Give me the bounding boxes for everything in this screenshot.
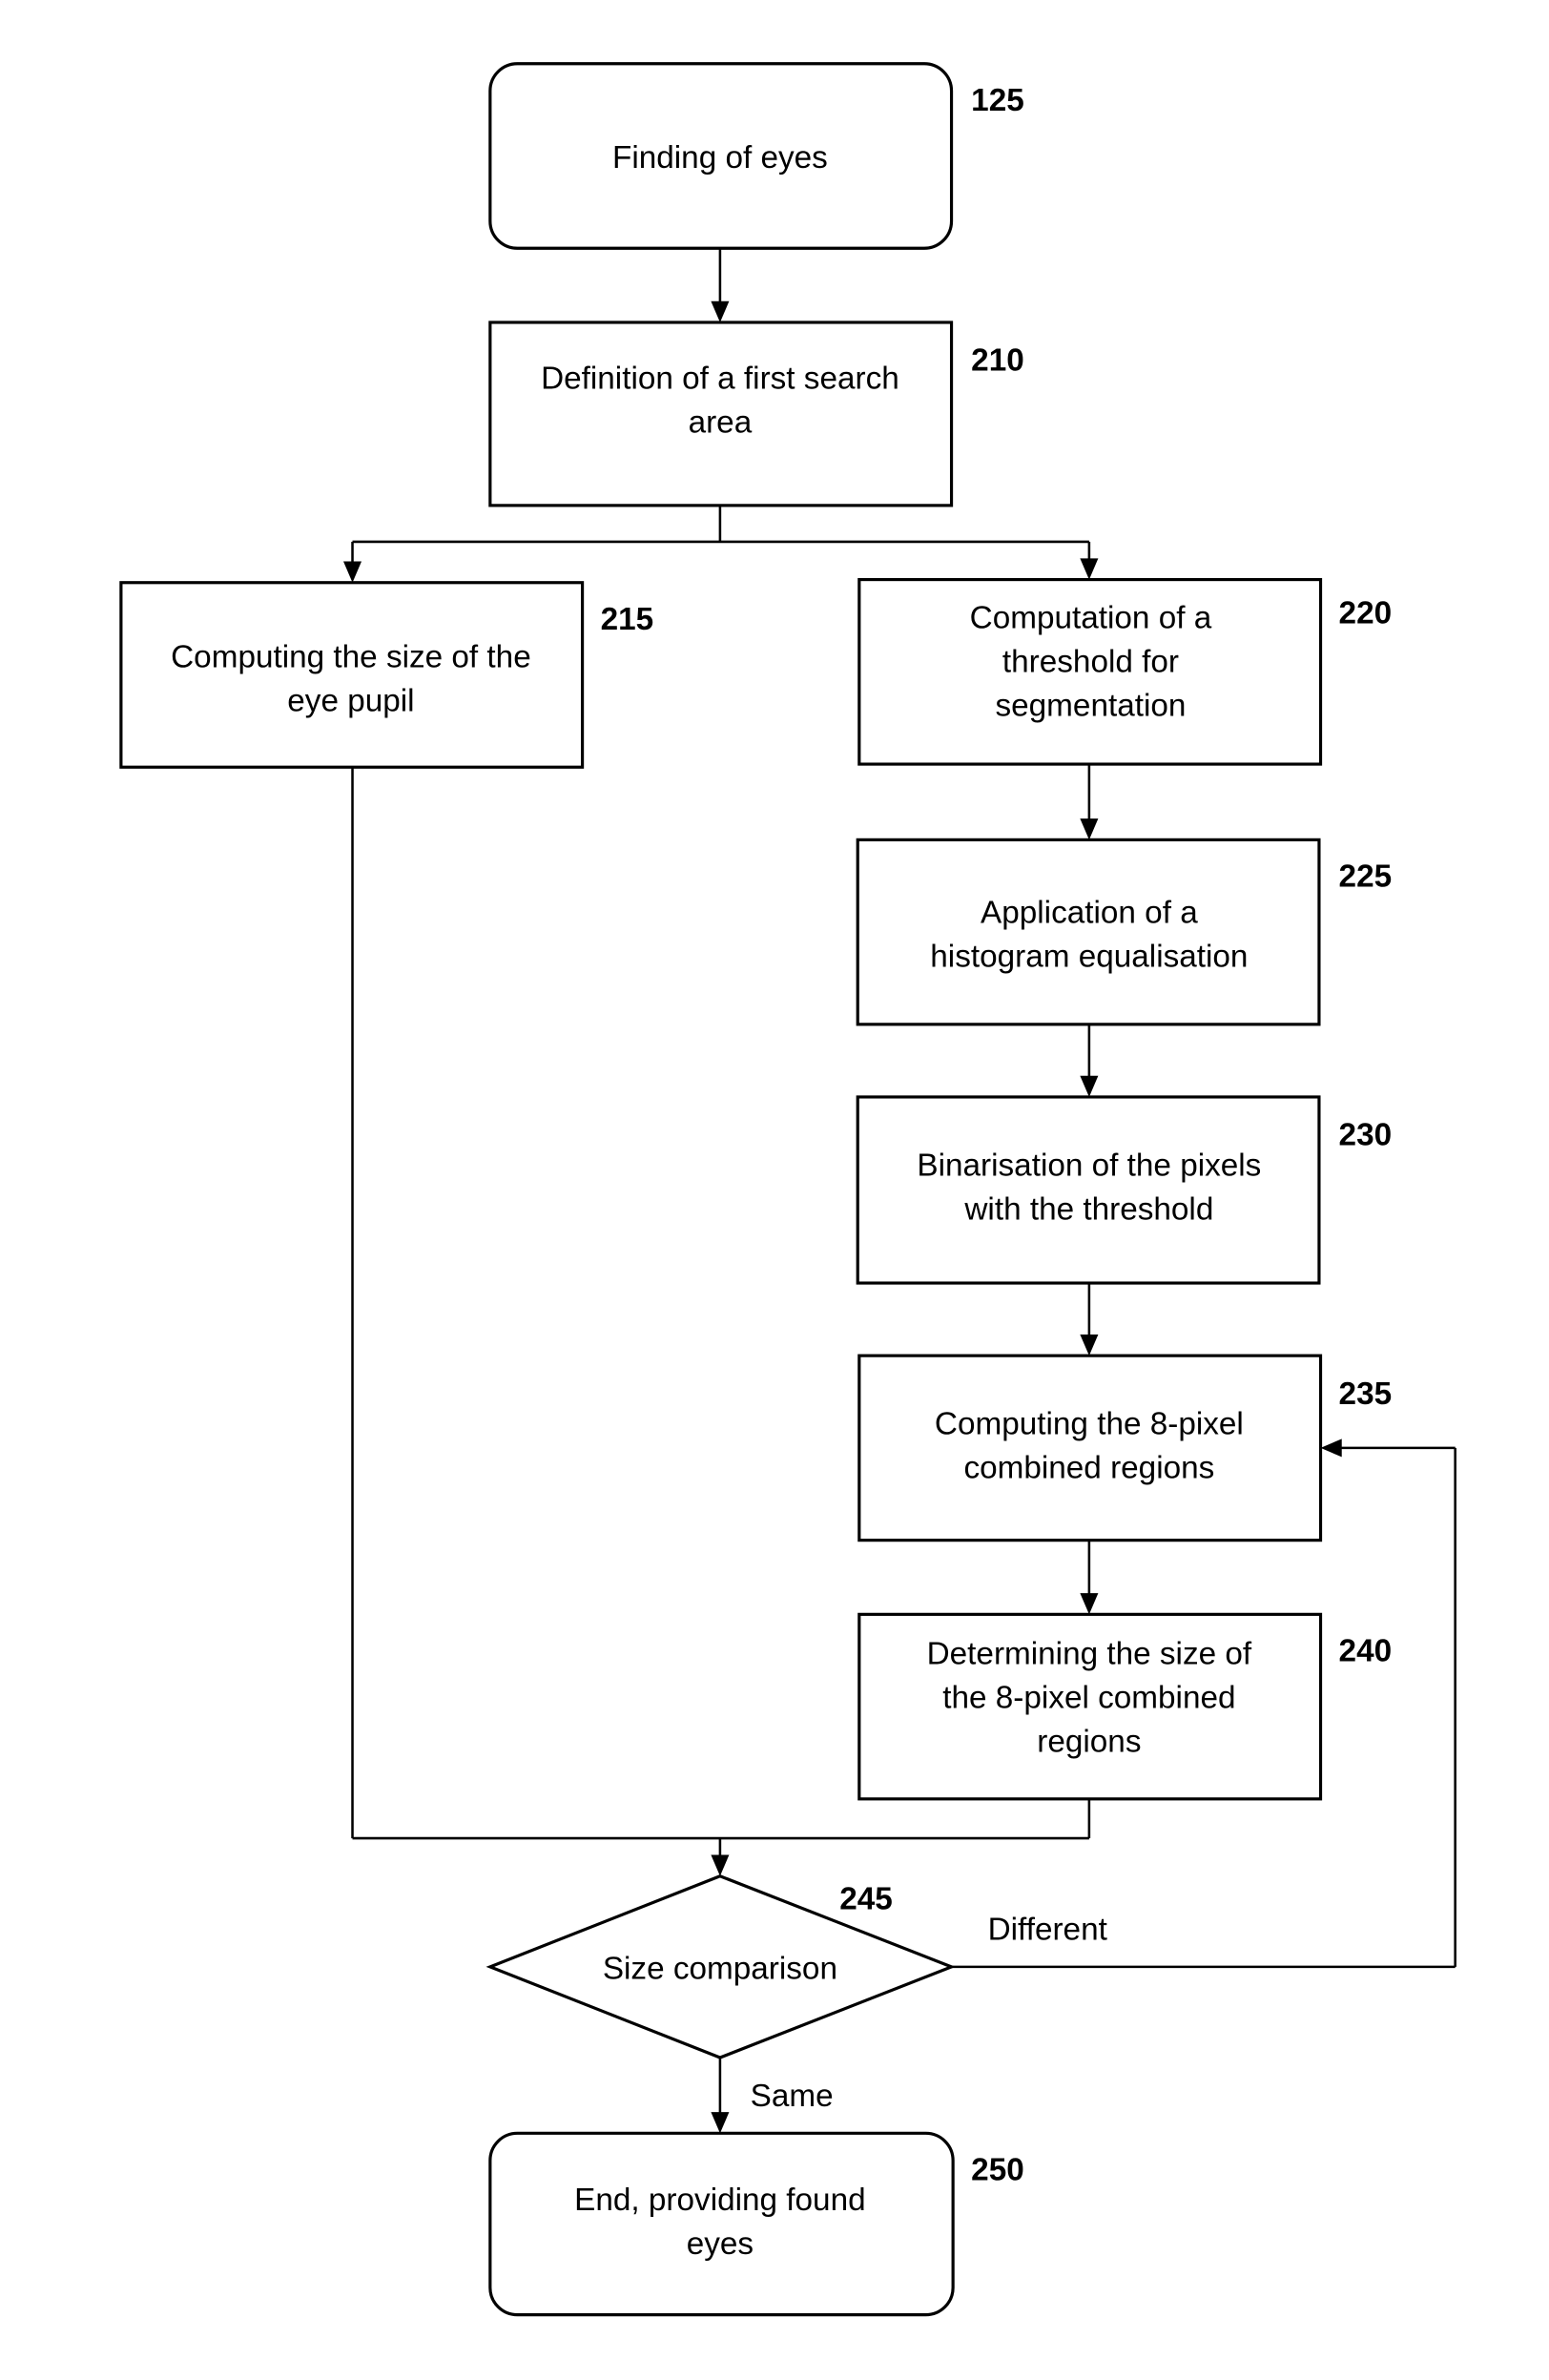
arrowhead (1080, 1334, 1099, 1356)
ref-number-230: 230 (1339, 1118, 1393, 1153)
arrowhead (1080, 818, 1099, 840)
node-threshold-computation: Computation of a threshold for segmentat… (857, 577, 1323, 766)
node-label-line-1: Application of a (981, 896, 1198, 931)
ref-number-245: 245 (839, 1882, 893, 1917)
node-label-line-1: Determining the size of (927, 1637, 1252, 1672)
node-label-line-1: End, providing found (574, 2183, 865, 2218)
process-box (857, 1354, 1323, 1542)
node-label-line-1: Definition of a first search (541, 362, 899, 397)
ref-number-250: 250 (971, 2152, 1024, 2187)
node-label-line-2: histogram equalisation (930, 940, 1248, 975)
arrowhead (1080, 1593, 1099, 1615)
arrowhead (1080, 558, 1099, 580)
arrowhead (711, 2112, 730, 2134)
node-computing-pupil-size: Computing the size of the eye pupil (119, 581, 585, 769)
process-box (856, 1095, 1321, 1285)
node-determining-region-size: Determining the size of the 8-pixel comb… (857, 1612, 1323, 1801)
node-combined-regions: Computing the 8-pixel combined regions (857, 1354, 1323, 1542)
ref-number-240: 240 (1339, 1634, 1393, 1669)
flowchart: Finding of eyes 125 Definition of a firs… (119, 62, 1456, 2317)
edge-label-same: Same (751, 2079, 834, 2114)
edge-label-different: Different (988, 1912, 1107, 1947)
process-box (856, 838, 1321, 1026)
node-label-line-2: the 8-pixel combined (942, 1681, 1235, 1716)
ref-number-225: 225 (1339, 859, 1393, 895)
arrowhead (1080, 1075, 1099, 1097)
node-label-line-2: eye pupil (287, 684, 414, 719)
arrowhead (343, 561, 362, 583)
ref-number-215: 215 (601, 602, 654, 637)
node-label-line-1: Computing the 8-pixel (935, 1407, 1244, 1442)
node-label: Finding of eyes (612, 140, 828, 176)
node-label-line-2: area (689, 405, 753, 441)
node-label-line-3: regions (1037, 1725, 1141, 1760)
ref-number-210: 210 (971, 343, 1024, 379)
node-label-line-3: segmentation (996, 688, 1187, 723)
node-label-line-1: Computing the size of the (171, 640, 531, 675)
node-finding-of-eyes: Finding of eyes (488, 62, 954, 250)
node-label: Size comparison (603, 1952, 837, 1987)
arrowhead (711, 1854, 730, 1876)
node-label-line-2: combined regions (963, 1451, 1214, 1486)
node-label-line-2: threshold for (1002, 644, 1179, 679)
node-label-line-1: Binarisation of the pixels (917, 1148, 1261, 1183)
node-label-line-2: with the threshold (963, 1191, 1213, 1227)
node-end-found-eyes: End, providing found eyes (488, 2131, 955, 2317)
node-histogram-equalisation: Application of a histogram equalisation (856, 838, 1321, 1026)
arrowhead (1320, 1438, 1342, 1458)
ref-number-220: 220 (1339, 596, 1393, 631)
ref-number-125: 125 (971, 83, 1024, 118)
node-definition-search-area: Definition of a first search area (488, 321, 954, 507)
ref-number-235: 235 (1339, 1376, 1393, 1412)
node-label-line-1: Computation of a (970, 600, 1212, 635)
node-binarisation: Binarisation of the pixels with the thre… (856, 1095, 1321, 1285)
end-terminal (488, 2131, 955, 2317)
arrowhead (711, 300, 730, 322)
node-label-line-2: eyes (687, 2226, 754, 2262)
